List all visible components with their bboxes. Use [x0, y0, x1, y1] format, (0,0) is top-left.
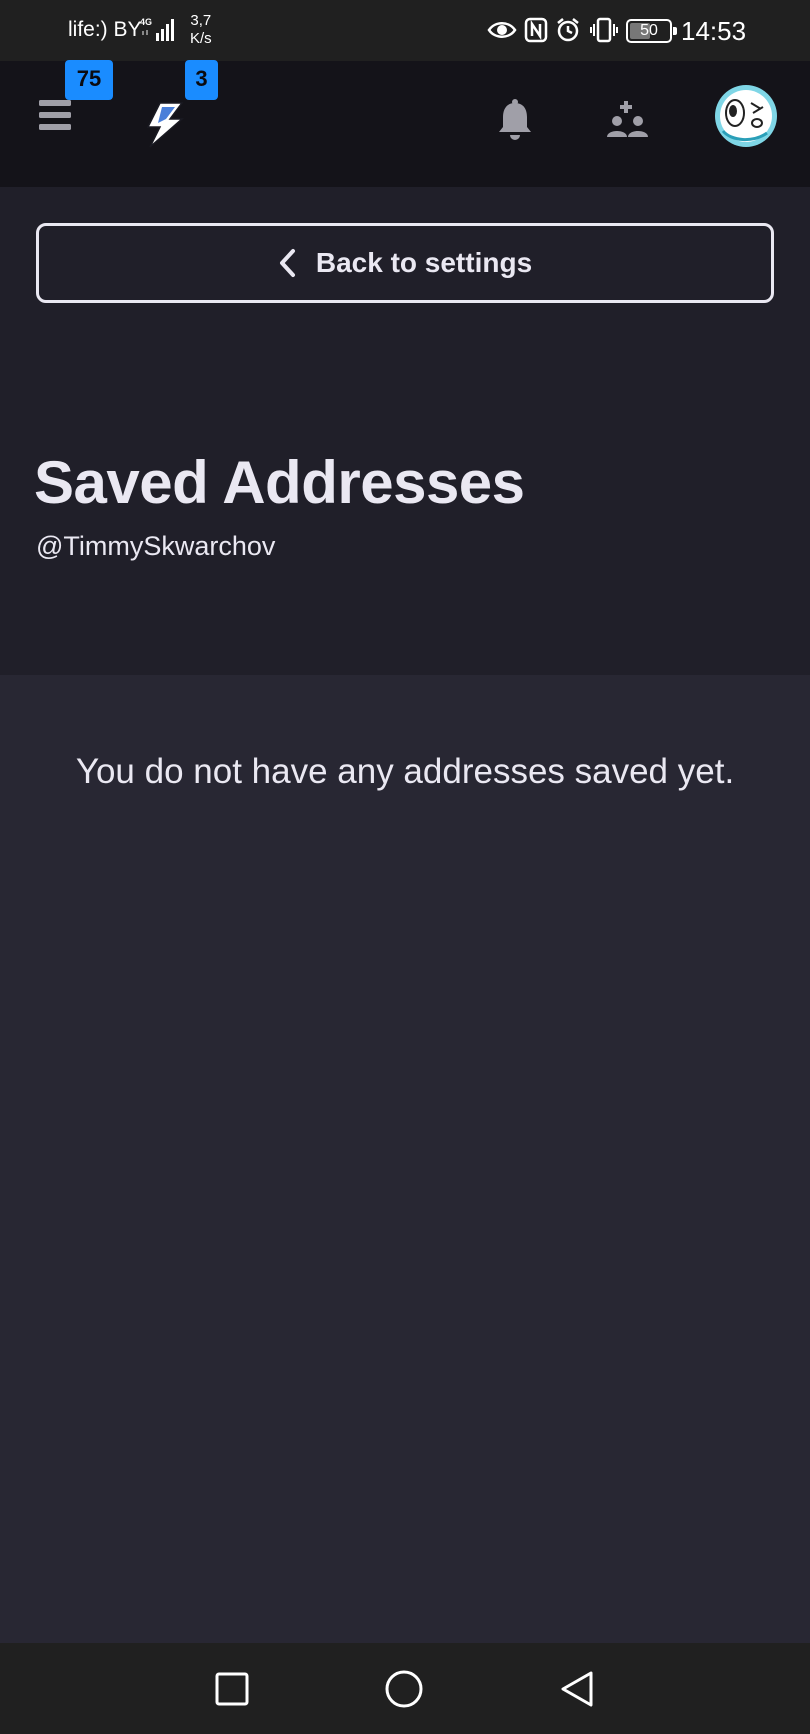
menu-button[interactable]: [34, 98, 82, 138]
empty-state-message: You do not have any addresses saved yet.: [75, 752, 735, 791]
status-bar: life:) BY 4G 3,7 K/s 50 14:53: [0, 0, 810, 61]
back-to-settings-button[interactable]: Back to settings: [36, 223, 774, 303]
avatar-button[interactable]: [713, 83, 779, 149]
bell-icon: [499, 99, 531, 140]
network-speed-value: 3,7: [190, 12, 212, 29]
recent-apps-icon[interactable]: [208, 1665, 256, 1713]
network-speed: 3,7 K/s: [190, 12, 212, 48]
menu-badge: 75: [65, 60, 113, 100]
network-speed-unit: K/s: [190, 30, 212, 47]
settings-header-section: Back to settings Saved Addresses @TimmyS…: [0, 187, 810, 675]
chevron-left-icon: [279, 249, 295, 277]
avatar: [715, 85, 777, 147]
logo-badge: 3: [185, 60, 218, 100]
home-icon[interactable]: [380, 1665, 428, 1713]
battery-icon: 50: [626, 19, 677, 43]
battery-level: 50: [640, 22, 658, 39]
back-to-settings-label: Back to settings: [315, 247, 533, 278]
system-nav-bar: [0, 1643, 810, 1734]
username: @TimmySkwarchov: [36, 531, 276, 561]
addresses-list: You do not have any addresses saved yet.: [0, 675, 810, 1643]
alarm-icon: [557, 18, 579, 42]
back-icon[interactable]: [553, 1665, 601, 1713]
clock: 14:53: [681, 16, 747, 46]
friends-button[interactable]: [606, 99, 650, 141]
vibrate-icon: [590, 17, 618, 43]
network-type-label: 4G: [140, 17, 152, 27]
add-friend-icon: [607, 101, 648, 137]
menu-icon: [39, 100, 71, 130]
signal-icon: 4G: [140, 17, 174, 41]
logo-button[interactable]: [142, 101, 186, 149]
lightning-logo-icon: [146, 102, 184, 148]
nfc-icon: [524, 17, 548, 43]
eye-icon: [487, 22, 517, 38]
app-header: 75 3: [0, 60, 810, 187]
notifications-button[interactable]: [495, 97, 535, 141]
carrier-label: life:) BY: [68, 18, 142, 41]
page-title: Saved Addresses: [34, 449, 525, 516]
